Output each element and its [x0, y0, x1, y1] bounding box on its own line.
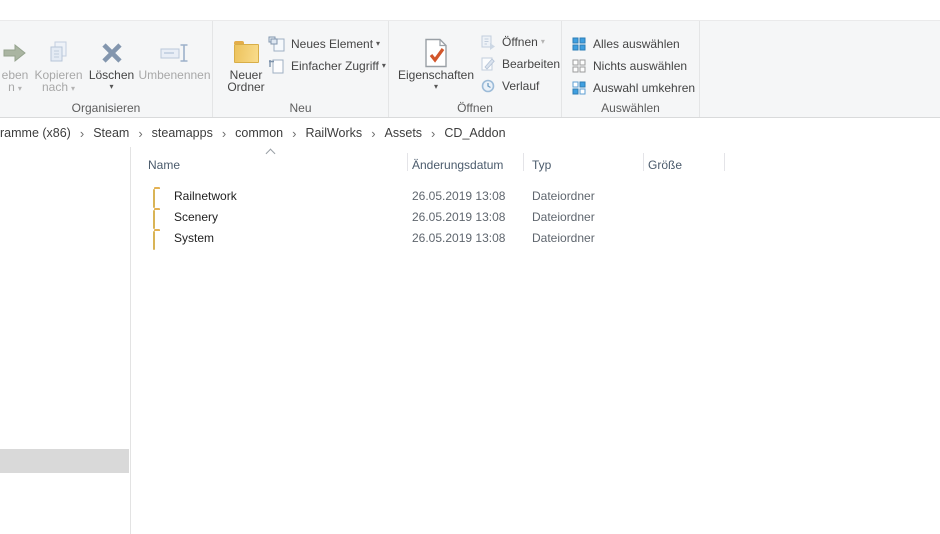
- nav-pane-scroll-thumb[interactable]: [0, 449, 129, 473]
- file-modified: 26.05.2019 13:08: [412, 189, 506, 203]
- delete-icon: [99, 37, 125, 69]
- breadcrumb-item[interactable]: common: [235, 126, 283, 140]
- folder-icon: [153, 231, 155, 250]
- invert-selection-icon: [570, 80, 587, 96]
- properties-label: Eigenschaften: [398, 68, 474, 82]
- edit-icon: [479, 56, 496, 72]
- dropdown-caret-icon: ▾: [381, 61, 386, 70]
- delete-label: Löschen: [88, 68, 135, 82]
- group-label-new: Neu: [289, 101, 312, 115]
- column-divider[interactable]: [724, 153, 725, 171]
- ribbon-group-new: Neuer Ordner Neues Element ▾ Einfacher Z…: [213, 21, 389, 117]
- breadcrumb-item-current[interactable]: CD_Addon: [444, 126, 505, 140]
- file-type: Dateiordner: [532, 210, 595, 224]
- rename-label: Umbenennen: [138, 68, 211, 82]
- column-header-type[interactable]: Typ: [532, 158, 551, 172]
- select-none-button[interactable]: Nichts auswählen: [570, 56, 687, 76]
- properties-button[interactable]: Eigenschaften ▾: [398, 23, 474, 99]
- file-explorer-window: eben n ▾ Kopieren nach ▾ Löschen ▾ Umben…: [0, 0, 940, 534]
- group-label-select: Auswählen: [601, 101, 660, 115]
- rename-button: Umbenennen: [136, 23, 213, 99]
- breadcrumb-separator-icon[interactable]: ›: [80, 126, 84, 141]
- copy-to-button: Kopieren nach ▾: [30, 23, 87, 99]
- invert-selection-label: Auswahl umkehren: [593, 81, 696, 95]
- open-icon: [479, 34, 496, 50]
- new-folder-icon: [233, 40, 259, 63]
- column-header-modified[interactable]: Änderungsdatum: [412, 158, 503, 172]
- breadcrumb-separator-icon[interactable]: ›: [431, 126, 435, 141]
- column-divider[interactable]: [643, 153, 644, 171]
- edit-label: Bearbeiten: [502, 57, 561, 71]
- breadcrumb-item[interactable]: Assets: [385, 126, 423, 140]
- breadcrumb-item[interactable]: ramme (x86): [0, 126, 71, 140]
- group-label-open: Öffnen: [457, 101, 493, 115]
- breadcrumb-item[interactable]: RailWorks: [305, 126, 362, 140]
- column-header-size[interactable]: Größe: [648, 158, 682, 172]
- breadcrumb-separator-icon[interactable]: ›: [138, 126, 142, 141]
- ribbon-group-open: Eigenschaften ▾ Öffnen ▾ Bearbeiten Verl…: [389, 21, 562, 117]
- file-name: System: [174, 231, 215, 245]
- easy-access-button[interactable]: Einfacher Zugriff ▾: [268, 56, 386, 76]
- select-none-icon: [570, 58, 587, 74]
- dropdown-caret-icon: ▾: [71, 84, 76, 93]
- file-name: Railnetwork: [174, 189, 237, 203]
- edit-button: Bearbeiten: [479, 54, 560, 74]
- open-button: Öffnen ▾: [479, 32, 545, 52]
- table-row[interactable]: Scenery 26.05.2019 13:08 Dateiordner: [131, 206, 871, 229]
- move-to-button: eben n ▾: [0, 23, 30, 99]
- breadcrumb-separator-icon[interactable]: ›: [222, 126, 226, 141]
- ribbon-group-organize: eben n ▾ Kopieren nach ▾ Löschen ▾ Umben…: [0, 21, 213, 117]
- dropdown-caret-icon: ▾: [433, 82, 438, 91]
- file-modified: 26.05.2019 13:08: [412, 231, 506, 245]
- new-item-icon: [268, 36, 285, 52]
- easy-access-icon: [268, 58, 285, 74]
- column-divider[interactable]: [523, 153, 524, 171]
- select-all-label: Alles auswählen: [593, 37, 680, 51]
- delete-button[interactable]: Löschen ▾: [87, 23, 136, 99]
- select-none-label: Nichts auswählen: [593, 59, 688, 73]
- table-row[interactable]: System 26.05.2019 13:08 Dateiordner: [131, 227, 871, 250]
- history-label: Verlauf: [502, 79, 540, 93]
- navigation-pane: [0, 147, 130, 534]
- new-item-button[interactable]: Neues Element ▾: [268, 34, 380, 54]
- breadcrumb-separator-icon[interactable]: ›: [371, 126, 375, 141]
- table-row[interactable]: Railnetwork 26.05.2019 13:08 Dateiordner: [131, 185, 871, 208]
- copy-to-icon: [47, 37, 71, 69]
- sort-ascending-icon: [265, 148, 276, 159]
- open-label: Öffnen: [502, 35, 538, 49]
- breadcrumb-item[interactable]: steamapps: [152, 126, 213, 140]
- file-name: Scenery: [174, 210, 219, 224]
- breadcrumb-separator-icon[interactable]: ›: [292, 126, 296, 141]
- properties-icon: [424, 37, 448, 69]
- group-label-organize: Organisieren: [71, 101, 141, 115]
- history-icon: [479, 78, 496, 94]
- column-header-name[interactable]: Name: [148, 158, 180, 172]
- rename-icon: [159, 37, 191, 69]
- select-all-icon: [570, 36, 587, 52]
- dropdown-caret-icon: ▾: [109, 82, 114, 91]
- breadcrumb: ramme (x86) › Steam › steamapps › common…: [0, 119, 940, 147]
- dropdown-caret-icon: ▾: [376, 39, 381, 48]
- file-type: Dateiordner: [532, 189, 595, 203]
- column-divider[interactable]: [407, 153, 408, 171]
- ribbon-group-select: Alles auswählen Nichts auswählen Auswahl…: [562, 21, 700, 117]
- dropdown-caret-icon: ▾: [17, 84, 22, 93]
- file-type: Dateiordner: [532, 231, 595, 245]
- file-list: Name Änderungsdatum Typ Größe Railnetwor…: [131, 147, 940, 534]
- dropdown-caret-icon: ▾: [540, 37, 545, 46]
- history-button: Verlauf: [479, 76, 539, 96]
- file-modified: 26.05.2019 13:08: [412, 210, 506, 224]
- easy-access-label: Einfacher Zugriff: [291, 59, 379, 73]
- breadcrumb-item[interactable]: Steam: [93, 126, 129, 140]
- select-all-button[interactable]: Alles auswählen: [570, 34, 680, 54]
- ribbon: eben n ▾ Kopieren nach ▾ Löschen ▾ Umben…: [0, 20, 940, 118]
- new-folder-button[interactable]: Neuer Ordner: [223, 23, 269, 99]
- invert-selection-button[interactable]: Auswahl umkehren: [570, 78, 695, 98]
- new-item-label: Neues Element: [291, 37, 374, 51]
